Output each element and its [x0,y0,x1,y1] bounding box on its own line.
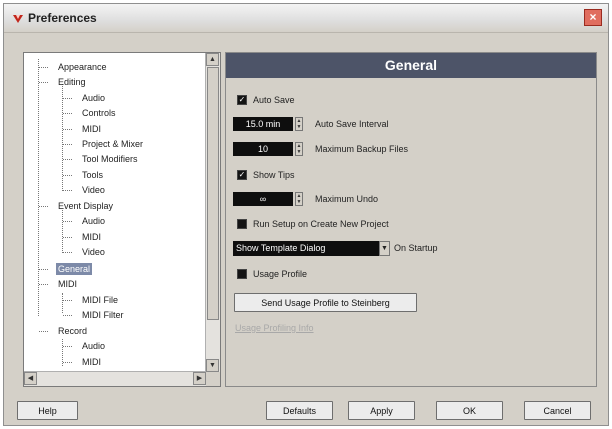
tree-connector [63,129,72,130]
close-button[interactable]: × [584,9,602,26]
scroll-down-button[interactable]: ▼ [206,359,219,372]
tree-connector [63,252,72,253]
tree-item-tool-modifiers[interactable]: Tool Modifiers [82,153,138,165]
max-undo-label: Maximum Undo [315,194,379,204]
show-tips-checkbox[interactable]: ✓ [237,170,247,180]
auto-save-checkbox[interactable]: ✓ [237,95,247,105]
tree-item-general[interactable]: General [56,263,93,275]
arrow-down-icon: ▼ [209,362,216,369]
tree-item-appearance[interactable]: Appearance [58,61,107,73]
defaults-button[interactable]: Defaults [266,401,333,420]
scrollbar-thumb[interactable] [207,67,219,320]
tree-connector [39,269,48,270]
tree-item-editing[interactable]: Editing [58,76,86,88]
tree-connector [63,98,72,99]
ok-button[interactable]: OK [436,401,503,420]
cancel-button[interactable]: Cancel [524,401,591,420]
checkmark-icon: ✓ [238,170,246,179]
startup-dropdown[interactable]: Show Template Dialog [233,241,379,256]
max-backup-files-stepper[interactable]: ▲ ▼ [295,142,303,156]
max-undo-stepper[interactable]: ▲ ▼ [295,192,303,206]
scrollbar-corner [206,372,220,386]
close-icon: × [589,10,597,24]
app-logo-icon [13,15,23,23]
max-backup-files-field[interactable]: 10 [233,142,293,156]
tree-connector [63,300,72,301]
tree-item-editing-video[interactable]: Video [82,184,105,196]
step-down-icon: ▼ [296,199,302,205]
tree-connector [63,144,72,145]
show-tips-label: Show Tips [253,170,295,180]
max-undo-field[interactable]: ∞ [233,192,293,206]
tree-connector [39,331,48,332]
run-setup-label: Run Setup on Create New Project [253,219,389,229]
tree-connector [63,237,72,238]
tree-item-record[interactable]: Record [58,325,87,337]
usage-profile-label: Usage Profile [253,269,308,279]
tree-connector [63,175,72,176]
tree-item-event-video[interactable]: Video [82,246,105,258]
tree-connector [63,113,72,114]
tree-connector [62,210,63,253]
tree-connector [39,206,48,207]
title-bar[interactable]: Preferences × [4,4,608,33]
panel-title: General [226,53,596,78]
arrow-right-icon: ▶ [196,375,203,382]
tree-item-midi-file[interactable]: MIDI File [82,294,118,306]
tree-connector [63,159,72,160]
tree-item-record-midi[interactable]: MIDI [82,356,101,368]
tree-connector [63,362,72,363]
tree-item-midi-filter[interactable]: MIDI Filter [82,309,124,321]
tree-item-controls[interactable]: Controls [82,107,116,119]
tree-item-event-midi[interactable]: MIDI [82,231,101,243]
auto-save-label: Auto Save [253,95,295,105]
chevron-down-icon: ▼ [381,245,388,252]
tree-connector [39,284,48,285]
checkmark-icon: ✓ [238,95,246,104]
tree-item-editing-midi[interactable]: MIDI [82,123,101,135]
run-setup-checkbox[interactable] [237,219,247,229]
tree-connector [38,59,39,316]
apply-button[interactable]: Apply [348,401,415,420]
send-usage-profile-button[interactable]: Send Usage Profile to Steinberg [234,293,417,312]
preferences-window: Preferences × Appearance Editing Audio C… [3,3,609,426]
auto-save-interval-field[interactable]: 15.0 min [233,117,293,131]
usage-profiling-info-link[interactable]: Usage Profiling Info [235,323,314,333]
tree-item-event-display[interactable]: Event Display [58,200,113,212]
tree-item-tools[interactable]: Tools [82,169,103,181]
auto-save-interval-label: Auto Save Interval [315,119,389,129]
tree-connector [63,190,72,191]
startup-label: On Startup [394,243,438,253]
tree-item-project-mixer[interactable]: Project & Mixer [82,138,143,150]
tree-connector [63,346,72,347]
arrow-up-icon: ▲ [209,56,216,63]
tree-connector [39,82,48,83]
auto-save-interval-stepper[interactable]: ▲ ▼ [295,117,303,131]
general-settings-panel: General ✓ Auto Save 15.0 min ▲ ▼ Auto Sav… [225,52,597,387]
startup-dropdown-arrow[interactable]: ▼ [379,241,390,256]
scroll-up-button[interactable]: ▲ [206,53,219,66]
tree-connector [63,315,72,316]
step-down-icon: ▼ [296,124,302,130]
tree-item-midi[interactable]: MIDI [58,278,77,290]
tree-vertical-scrollbar[interactable]: ▲ ▼ [205,53,220,372]
window-title: Preferences [28,11,97,25]
step-down-icon: ▼ [296,149,302,155]
tree-connector [63,221,72,222]
tree-items: Appearance Editing Audio Controls MIDI P… [24,53,206,372]
arrow-left-icon: ◀ [27,375,34,382]
tree-item-editing-audio[interactable]: Audio [82,92,105,104]
scroll-right-button[interactable]: ▶ [193,372,206,385]
tree-horizontal-scrollbar[interactable]: ◀ ▶ [24,371,206,386]
help-button[interactable]: Help [17,401,78,420]
scroll-left-button[interactable]: ◀ [24,372,37,385]
tree-item-record-audio[interactable]: Audio [82,340,105,352]
max-backup-files-label: Maximum Backup Files [315,144,409,154]
tree-item-event-audio[interactable]: Audio [82,215,105,227]
usage-profile-checkbox[interactable] [237,269,247,279]
tree-connector [39,67,48,68]
tree-connector [62,293,63,313]
category-tree[interactable]: Appearance Editing Audio Controls MIDI P… [23,52,221,387]
